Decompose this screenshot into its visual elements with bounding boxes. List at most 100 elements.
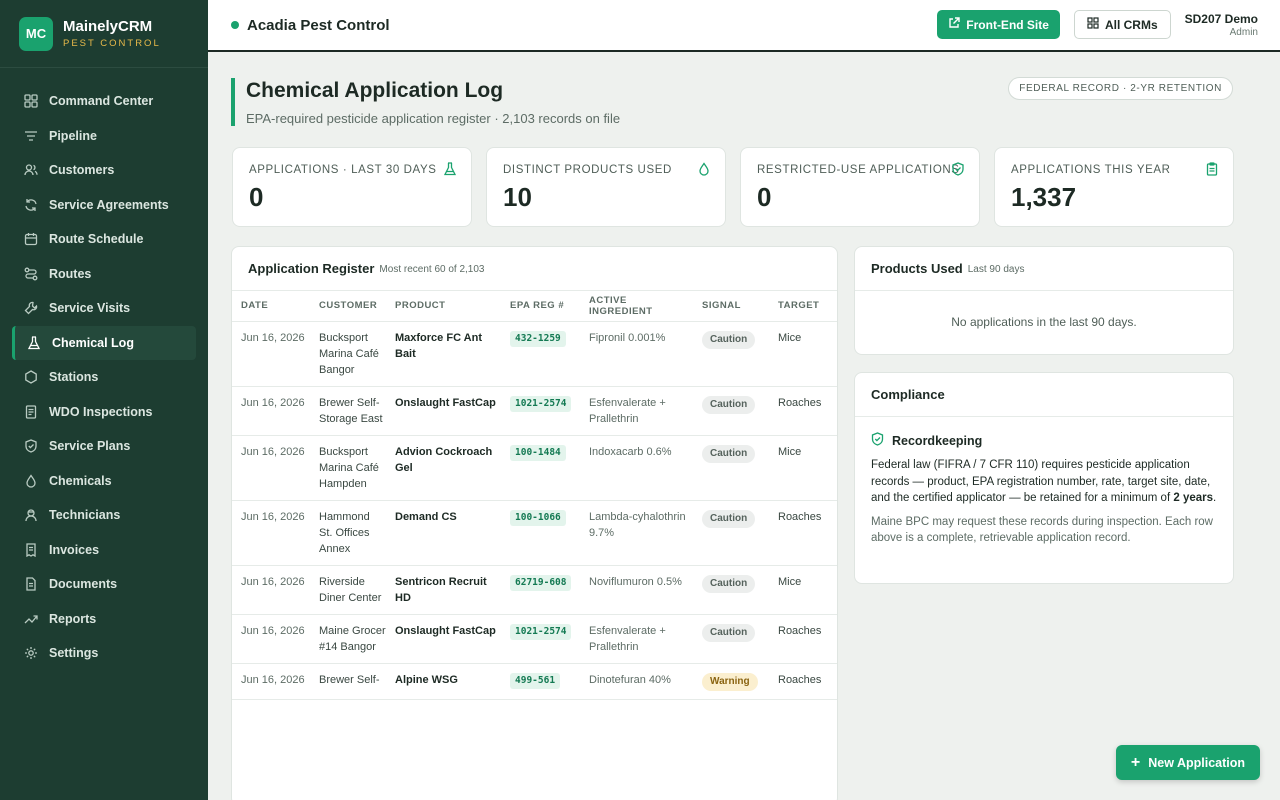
users-icon (23, 162, 39, 178)
sidebar-item-label: Settings (49, 646, 99, 661)
sidebar-item-technicians[interactable]: Technicians (0, 498, 208, 533)
cell-product: Alpine WSG (386, 663, 501, 700)
epa-reg-badge: 1021-2574 (510, 623, 572, 640)
sidebar-item-label: Route Schedule (49, 232, 144, 247)
user-role: Admin (1229, 26, 1258, 38)
table-row[interactable]: Jun 16, 2026 Hammond St. Offices Annex Dem… (232, 500, 837, 566)
sidebar-item-label: Documents (49, 577, 118, 592)
sidebar-item-label: Stations (49, 370, 99, 385)
table-row[interactable]: Jun 16, 2026 Bucksport Marina Café Hampde… (232, 435, 837, 501)
sidebar-item-documents[interactable]: Documents (0, 567, 208, 602)
column-header[interactable]: PRODUCT (386, 291, 501, 322)
sidebar-item-command-center[interactable]: Command Center (0, 84, 208, 119)
cell-customer: Riverside Diner Center (310, 565, 386, 615)
cell-product: Advion Cockroach Gel (386, 435, 501, 501)
cell-signal: Caution (693, 435, 769, 501)
sidebar-item-label: WDO Inspections (49, 404, 153, 419)
cell-epa: 432-1259 (501, 321, 580, 387)
cell-epa: 1021-2574 (501, 614, 580, 664)
shield-icon (23, 438, 39, 454)
sidebar-item-route-schedule[interactable]: Route Schedule (0, 222, 208, 257)
cell-ingredient: Fipronil 0.001% (580, 321, 693, 387)
shield-check-icon (871, 432, 884, 449)
brand[interactable]: MC MainelyCRM PEST CONTROL (0, 0, 208, 68)
cell-signal: Caution (693, 614, 769, 664)
sidebar-item-label: Command Center (49, 94, 154, 109)
cell-product: Onslaught FastCap (386, 386, 501, 436)
signal-badge: Caution (702, 395, 756, 414)
sidebar-item-label: Technicians (49, 508, 121, 523)
brand-logo: MC (19, 16, 53, 51)
column-header[interactable]: TARGET (769, 291, 837, 322)
compliance-note: Maine BPC may request these records duri… (871, 515, 1213, 545)
signal-badge: Caution (702, 623, 756, 642)
status-dot (231, 21, 239, 29)
table-row[interactable]: Jun 16, 2026 Bucksport Marina Café Bangor… (232, 321, 837, 387)
sidebar-item-chemicals[interactable]: Chemicals (0, 464, 208, 499)
register-meta: Most recent 60 of 2,103 (379, 264, 485, 275)
sidebar-item-service-agreements[interactable]: Service Agreements (0, 188, 208, 223)
epa-reg-badge: 499-561 (510, 672, 561, 689)
sidebar-item-label: Routes (49, 266, 92, 281)
cell-signal: Warning (693, 663, 769, 700)
sidebar-item-chemical-log[interactable]: Chemical Log (12, 325, 196, 360)
table-row[interactable]: Jun 16, 2026 Brewer Self-Storage East Onsl… (232, 386, 837, 436)
compliance-text: Federal law (FIFRA / 7 CFR 110) requires… (871, 457, 1217, 507)
external-link-icon (948, 17, 960, 32)
new-application-button[interactable]: + New Application (1115, 745, 1260, 780)
empty-message: No applications in the last 90 days. (951, 315, 1137, 329)
retention-badge: FEDERAL RECORD · 2-YR RETENTION (1008, 77, 1233, 100)
all-crms-button[interactable]: All CRMs (1073, 10, 1171, 39)
user-menu[interactable]: SD207 Demo Admin (1185, 12, 1258, 38)
plus-icon: + (1130, 753, 1141, 771)
cell-signal: Caution (693, 500, 769, 566)
sidebar-item-stations[interactable]: Stations (0, 360, 208, 395)
cell-product: Sentricon Recruit HD (386, 565, 501, 615)
document-icon (23, 404, 39, 420)
clipboard-icon (1205, 162, 1219, 181)
cell-signal: Caution (693, 386, 769, 436)
column-header[interactable]: CUSTOMER (310, 291, 386, 322)
stat-card: APPLICATIONS · LAST 30 DAYS 0 (232, 147, 472, 227)
cell-ingredient: Lambda-cyhalothrin 9.7% (580, 500, 693, 566)
compliance-text-end: . (1213, 492, 1217, 504)
cell-target: Mice (769, 565, 837, 615)
sidebar-item-label: Pipeline (49, 128, 97, 143)
table-row[interactable]: Jun 16, 2026 Brewer Self- Alpine WSG 499-56… (232, 663, 837, 700)
sidebar-item-reports[interactable]: Reports (0, 602, 208, 637)
compliance-panel: Compliance Recordkeeping Federal law (FI… (854, 372, 1234, 584)
sidebar-item-label: Chemicals (49, 473, 112, 488)
column-header[interactable]: DATE (232, 291, 310, 322)
application-table: DATE CUSTOMER PRODUCT EPA REG # ACTIVE INGRE… (232, 291, 837, 700)
cell-target: Roaches (769, 614, 837, 664)
brand-subtitle: PEST CONTROL (63, 38, 161, 49)
products-used-title: Products Used (871, 261, 963, 276)
stat-label: RESTRICTED-USE APPLICATIONS (757, 164, 960, 176)
sidebar-item-invoices[interactable]: Invoices (0, 533, 208, 568)
cell-date: Jun 16, 2026 (232, 565, 310, 615)
user-name: SD207 Demo (1184, 11, 1258, 26)
sidebar-item-service-plans[interactable]: Service Plans (0, 429, 208, 464)
sidebar-item-service-visits[interactable]: Service Visits (0, 291, 208, 326)
column-header[interactable]: ACTIVE INGREDIENT (580, 291, 693, 322)
column-header[interactable]: EPA REG # (501, 291, 580, 322)
cell-customer: Hammond St. Offices Annex (310, 500, 386, 566)
signal-badge: Caution (702, 574, 756, 593)
sidebar-item-settings[interactable]: Settings (0, 636, 208, 671)
organization-name: Acadia Pest Control (247, 16, 390, 34)
shield-icon (951, 162, 965, 181)
table-row[interactable]: Jun 16, 2026 Riverside Diner Center Sentri… (232, 565, 837, 615)
sidebar-item-pipeline[interactable]: Pipeline (0, 119, 208, 154)
cell-customer: Maine Grocer #14 Bangor (310, 614, 386, 664)
front-end-site-button[interactable]: Front-End Site (937, 10, 1060, 39)
cell-epa: 1021-2574 (501, 386, 580, 436)
sidebar-item-wdo-inspections[interactable]: WDO Inspections (0, 395, 208, 430)
sidebar-item-customers[interactable]: Customers (0, 153, 208, 188)
cell-signal: Caution (693, 321, 769, 387)
table-row[interactable]: Jun 16, 2026 Maine Grocer #14 Bangor Onsla… (232, 614, 837, 664)
cell-epa: 62719-608 (501, 565, 580, 615)
column-header[interactable]: SIGNAL (693, 291, 769, 322)
sidebar-item-routes[interactable]: Routes (0, 257, 208, 292)
invoice-icon (23, 542, 39, 558)
all-crms-label: All CRMs (1104, 17, 1158, 32)
